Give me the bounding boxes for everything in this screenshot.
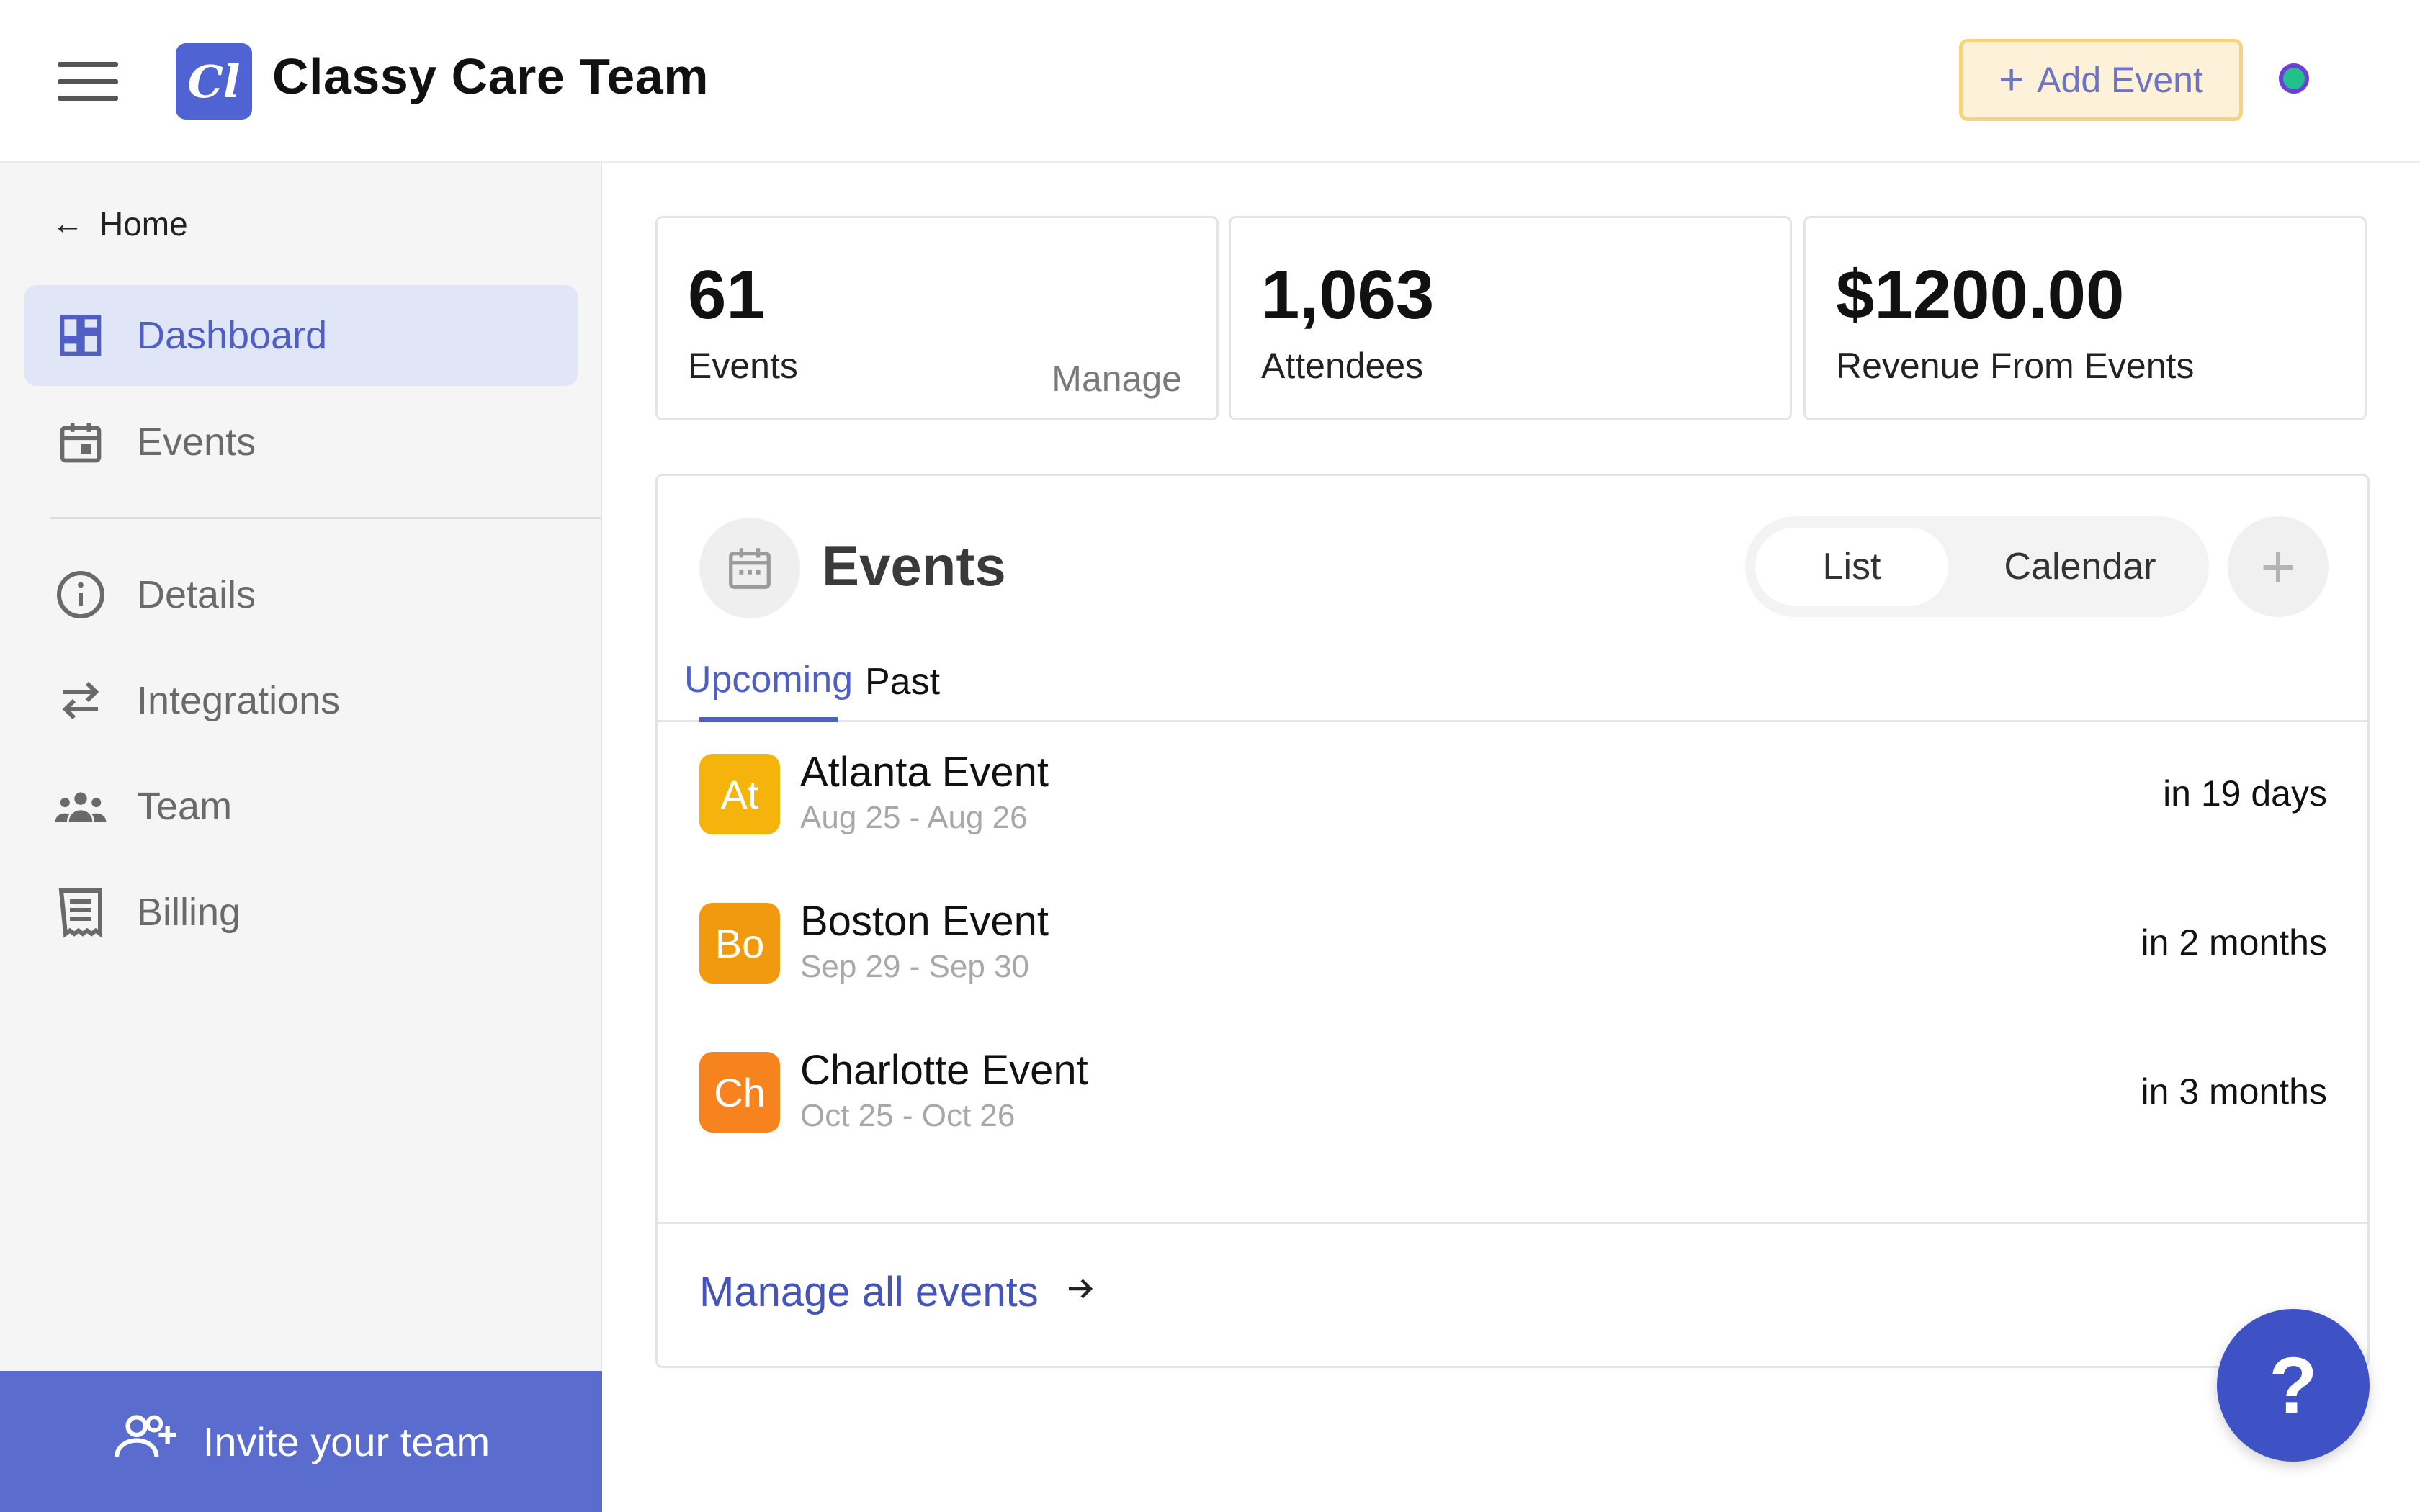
stat-caption: Attendees [1261, 346, 1424, 386]
org-logo: Cl [176, 43, 252, 120]
event-dates: Aug 25 - Aug 26 [800, 800, 1028, 835]
calendar-icon [53, 415, 108, 469]
home-link[interactable]: ← Home [52, 204, 188, 243]
sidebar-item-events[interactable]: Events [24, 392, 578, 492]
sidebar-item-team[interactable]: Team [24, 756, 578, 857]
invite-team-button[interactable]: Invite your team [0, 1371, 602, 1512]
menu-icon[interactable] [58, 62, 118, 101]
add-event-label: Add Event [2037, 60, 2203, 100]
sidebar-item-dashboard[interactable]: Dashboard [24, 285, 578, 386]
sidebar-item-billing[interactable]: Billing [24, 862, 578, 963]
event-row-atlanta[interactable]: At Atlanta Event Aug 25 - Aug 26 in 19 d… [658, 728, 2367, 858]
top-header: Cl Classy Care Team + Add Event [0, 0, 2420, 163]
add-event-plus-icon[interactable]: + [2228, 516, 2329, 617]
team-icon [53, 779, 108, 834]
event-dates: Sep 29 - Sep 30 [800, 949, 1030, 984]
receipt-icon [53, 885, 108, 940]
swap-arrows-icon [53, 673, 108, 728]
stat-value: 1,063 [1261, 256, 1435, 333]
tab-upcoming[interactable]: Upcoming [684, 642, 853, 722]
arrow-right-icon [1063, 1268, 1098, 1316]
dashboard-icon [53, 308, 108, 363]
event-badge: At [699, 754, 780, 834]
manage-all-events-link[interactable]: Manage all events [699, 1268, 1098, 1316]
add-event-button[interactable]: + Add Event [1959, 39, 2243, 121]
manage-all-label: Manage all events [699, 1269, 1039, 1315]
stat-value: $1200.00 [1836, 256, 2125, 333]
event-badge: Ch [699, 1052, 780, 1133]
tab-past[interactable]: Past [851, 642, 954, 722]
sidebar-item-integrations[interactable]: Integrations [24, 650, 578, 751]
event-countdown: in 19 days [2163, 773, 2327, 814]
view-calendar-button[interactable]: Calendar [1961, 528, 2199, 606]
panel-divider [658, 1222, 2367, 1224]
event-row-boston[interactable]: Bo Boston Event Sep 29 - Sep 30 in 2 mon… [658, 877, 2367, 1007]
stat-card-attendees: 1,063 Attendees [1229, 216, 1792, 420]
help-button[interactable]: ? [2217, 1309, 2370, 1462]
event-name: Atlanta Event [800, 749, 1049, 796]
view-list-button[interactable]: List [1755, 528, 1948, 606]
stat-card-events: 61 Events Manage [655, 216, 1219, 420]
stat-caption: Revenue From Events [1836, 346, 2195, 386]
manage-events-link[interactable]: Manage [1052, 358, 1182, 400]
stat-caption: Events [688, 346, 798, 386]
event-countdown: in 3 months [2141, 1071, 2327, 1112]
event-countdown: in 2 months [2141, 922, 2327, 963]
event-tabs: Upcoming Past [658, 642, 2367, 722]
events-panel-title: Events [822, 534, 1006, 598]
event-dates: Oct 25 - Oct 26 [800, 1098, 1016, 1133]
org-name: Classy Care Team [272, 48, 709, 104]
add-user-icon [112, 1412, 179, 1472]
status-indicator-icon[interactable] [2279, 63, 2309, 94]
event-name: Charlotte Event [800, 1047, 1088, 1094]
event-name: Boston Event [800, 898, 1049, 945]
stat-card-revenue: $1200.00 Revenue From Events [1803, 216, 2367, 420]
sidebar-item-details[interactable]: Details [24, 544, 578, 645]
sidebar: ← Home Dashboard Events Details Integrat… [0, 163, 602, 1512]
event-row-charlotte[interactable]: Ch Charlotte Event Oct 25 - Oct 26 in 3 … [658, 1026, 2367, 1156]
invite-team-label: Invite your team [202, 1418, 490, 1464]
plus-icon: + [1999, 55, 2025, 104]
view-toggle: List Calendar [1745, 516, 2209, 617]
calendar-icon [699, 518, 800, 618]
event-badge: Bo [699, 903, 780, 984]
stat-value: 61 [688, 256, 765, 333]
events-panel: Events List Calendar + Upcoming Past At … [655, 474, 2370, 1368]
info-icon [53, 567, 108, 622]
sidebar-divider [50, 517, 602, 519]
arrow-left-icon: ← [52, 206, 84, 241]
home-label: Home [99, 205, 188, 243]
